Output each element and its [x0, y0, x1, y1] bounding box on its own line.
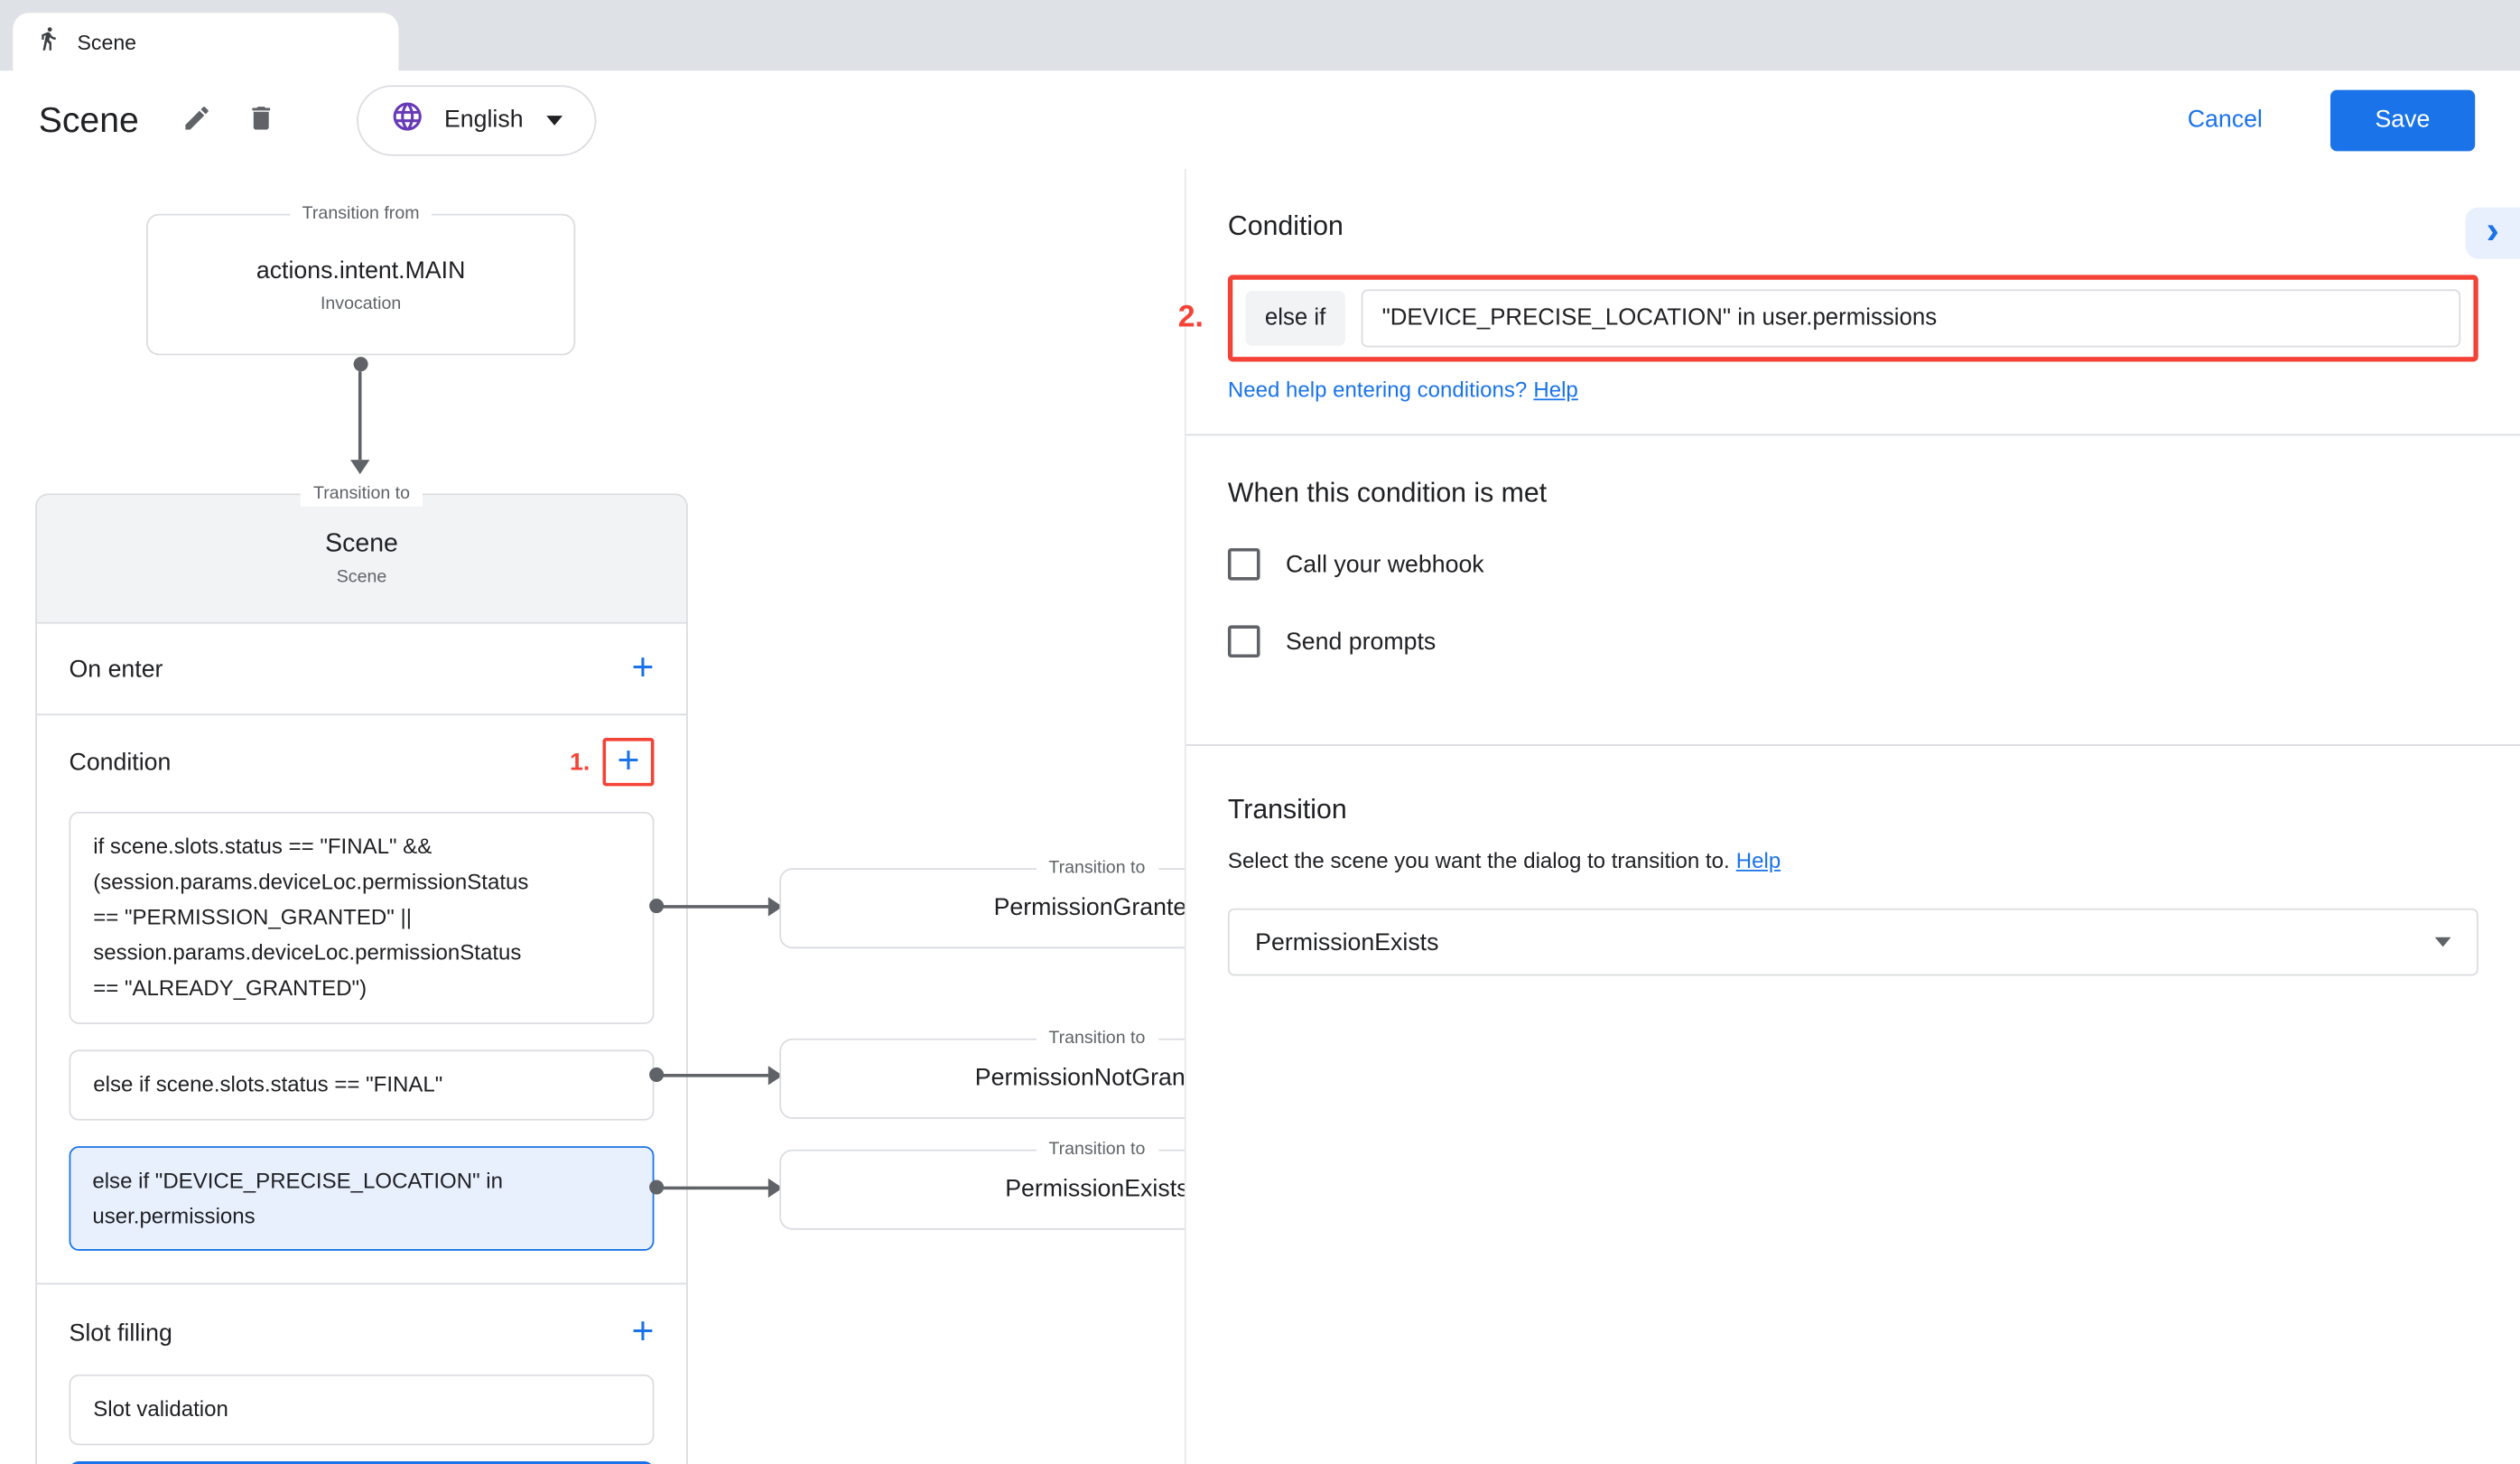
when-condition-met-section: When this condition is met Call your web…: [1186, 435, 2520, 746]
condition-help-line: Need help entering conditions?Help: [1228, 378, 2478, 402]
caret-down-icon: [545, 115, 562, 125]
else-if-label: else if: [1246, 291, 1345, 346]
transition-heading: Transition: [1228, 794, 2478, 826]
transition-scene-select[interactable]: PermissionExists: [1228, 909, 2478, 976]
edit-scene-button[interactable]: [171, 94, 222, 145]
condition-expression-input[interactable]: "DEVICE_PRECISE_LOCATION" in user.permis…: [1361, 289, 2460, 347]
transition-description-text: Select the scene you want the dialog to …: [1228, 849, 1730, 873]
annotation-step-2: 2.: [1178, 301, 1204, 336]
on-enter-section: On enter +: [37, 624, 686, 715]
condition-editor-section: Condition › 2. else if "DEVICE_PRECISE_L…: [1186, 169, 2520, 435]
target-badge: Transition to: [1036, 857, 1158, 881]
condition-detail-panel: Condition › 2. else if "DEVICE_PRECISE_L…: [1185, 169, 2520, 1464]
transition-help-link[interactable]: Help: [1736, 849, 1781, 873]
prompts-label: Send prompts: [1286, 628, 1436, 655]
condition-item-selected[interactable]: else if "DEVICE_PRECISE_LOCATION" in use…: [70, 1146, 655, 1251]
prompts-checkbox[interactable]: [1228, 625, 1260, 657]
slot-filling-label: Slot filling: [70, 1319, 172, 1346]
send-prompts-option[interactable]: Send prompts: [1228, 625, 2478, 657]
slot-filling-header: Slot filling +: [70, 1307, 655, 1358]
pencil-icon: [181, 102, 212, 137]
call-webhook-option[interactable]: Call your webhook: [1228, 548, 2478, 581]
header-bar: Scene English Cancel Save: [0, 70, 2520, 169]
add-slot-button[interactable]: +: [632, 1313, 655, 1352]
target-badge: Transition to: [1036, 1138, 1158, 1162]
intent-name: actions.intent.MAIN: [256, 256, 466, 284]
page-title: Scene: [39, 98, 139, 140]
save-button[interactable]: Save: [2330, 89, 2476, 151]
when-met-heading: When this condition is met: [1228, 478, 2478, 510]
help-text: Need help entering conditions?: [1228, 378, 1527, 402]
scene-node-header[interactable]: Scene Scene: [37, 495, 686, 623]
walking-person-icon: [35, 25, 60, 59]
tab-strip: Scene: [0, 0, 2520, 70]
cancel-button[interactable]: Cancel: [2188, 106, 2263, 133]
annotation-highlight-box-1: +: [603, 738, 655, 786]
slot-validation-item[interactable]: Slot validation: [70, 1375, 655, 1445]
transition-from-badge: Transition from: [289, 202, 432, 227]
help-link[interactable]: Help: [1533, 378, 1577, 402]
globe-icon: [391, 98, 424, 140]
target-badge: Transition to: [1036, 1027, 1158, 1051]
condition-section: Condition 1. + if scene.slots.status == …: [37, 715, 686, 1284]
scene-node-title: Scene: [325, 530, 398, 559]
condition-section-label: Condition: [70, 749, 172, 776]
on-enter-label: On enter: [70, 655, 163, 682]
add-condition-button[interactable]: +: [617, 742, 639, 781]
scene-node: Transition to Scene Scene On enter + Con…: [35, 493, 688, 1464]
delete-scene-button[interactable]: [236, 94, 287, 145]
language-selector[interactable]: English: [358, 84, 596, 154]
collapse-panel-button[interactable]: ›: [2466, 208, 2520, 259]
selected-scene-value: PermissionExists: [1255, 928, 2435, 956]
add-on-enter-button[interactable]: +: [632, 649, 655, 688]
condition-section-header: Condition 1. +: [70, 738, 655, 786]
scene-node-badge: Transition to: [301, 482, 423, 507]
slot-filling-section: Slot filling + Slot validation: [37, 1284, 686, 1464]
select-caret-icon: [2435, 937, 2451, 947]
scene-node-subtitle: Scene: [337, 567, 387, 586]
actions-console-scene-editor: Scene Scene English Cancel Save Tr: [0, 0, 2520, 1464]
webhook-label: Call your webhook: [1286, 551, 1484, 578]
connector-dot: [354, 357, 368, 371]
condition-item[interactable]: if scene.slots.status == "FINAL" && (ses…: [70, 812, 655, 1024]
tab-title: Scene: [77, 30, 136, 54]
connector-line: [358, 371, 362, 460]
intent-kind: Invocation: [321, 294, 401, 312]
annotation-highlight-box-2: 2. else if "DEVICE_PRECISE_LOCATION" in …: [1228, 275, 2478, 361]
transition-section: Transition Select the scene you want the…: [1186, 746, 2520, 1018]
connector-line: [657, 1074, 770, 1077]
scene-tab[interactable]: Scene: [13, 13, 398, 70]
condition-item[interactable]: else if scene.slots.status == "FINAL": [70, 1049, 655, 1120]
trash-icon: [246, 102, 276, 137]
connector-line: [657, 1187, 770, 1190]
transition-description: Select the scene you want the dialog to …: [1228, 849, 2478, 873]
webhook-checkbox[interactable]: [1228, 548, 1260, 581]
annotation-step-1: 1.: [570, 749, 590, 776]
arrow-down-icon: [350, 460, 369, 474]
transition-from-node[interactable]: Transition from actions.intent.MAIN Invo…: [146, 214, 575, 356]
language-label: English: [444, 106, 524, 133]
connector-line: [657, 905, 770, 909]
condition-heading: Condition: [1228, 210, 2478, 243]
